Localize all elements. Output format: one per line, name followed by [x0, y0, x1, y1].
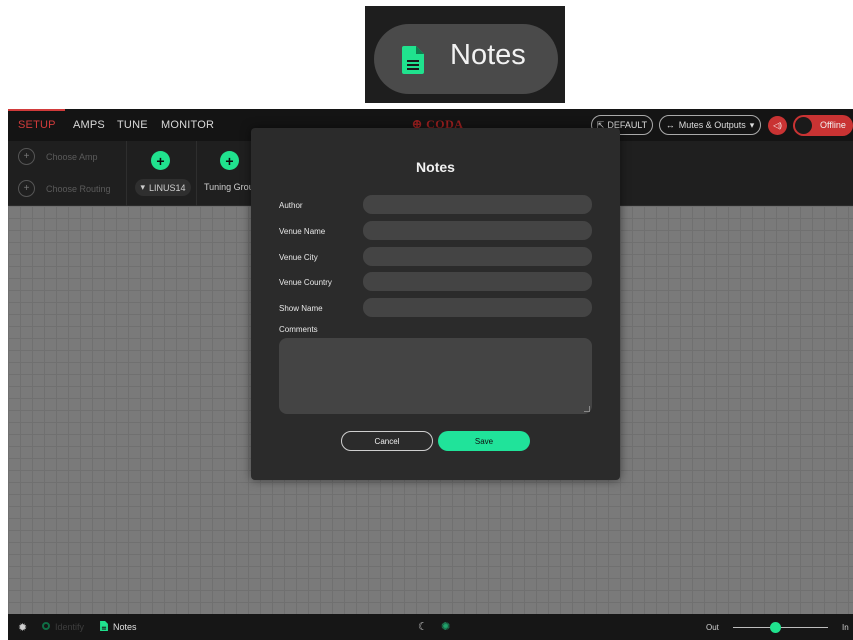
- show-name-label: Show Name: [279, 304, 323, 313]
- active-tab-indicator: [8, 109, 65, 111]
- bottom-status-bar: ✹ Identify Notes ☾ ✺ Out In: [8, 614, 853, 640]
- identify-icon: [42, 622, 50, 630]
- plus-icon: +: [225, 152, 234, 169]
- add-tuning-group-button[interactable]: +: [220, 151, 239, 170]
- notes-zoom-callout: Notes: [365, 6, 565, 103]
- show-name-field[interactable]: [363, 298, 592, 317]
- author-field[interactable]: [363, 195, 592, 214]
- dialog-title: Notes: [416, 159, 455, 175]
- in-label: In: [842, 623, 849, 632]
- speaker-icon: ◁): [773, 121, 782, 130]
- online-offline-toggle[interactable]: Offline: [793, 115, 853, 136]
- comments-textarea[interactable]: [279, 338, 592, 414]
- mutes-outputs-dropdown[interactable]: ↔ Mutes & Outputs ▾: [659, 115, 761, 135]
- venue-country-field[interactable]: [363, 272, 592, 291]
- tab-tune[interactable]: TUNE: [117, 119, 148, 131]
- divider: [126, 141, 127, 206]
- tuning-group-label: Tuning Grou: [204, 182, 254, 192]
- tab-setup[interactable]: SETUP: [18, 119, 56, 131]
- venue-name-label: Venue Name: [279, 227, 326, 236]
- author-label: Author: [279, 201, 303, 210]
- sun-icon[interactable]: ✺: [441, 620, 450, 633]
- cancel-button[interactable]: Cancel: [341, 431, 433, 451]
- comments-label: Comments: [279, 325, 318, 334]
- plus-icon: +: [23, 151, 30, 162]
- choose-amp-label[interactable]: Choose Amp: [46, 152, 98, 162]
- identify-button[interactable]: Identify: [55, 622, 84, 632]
- choose-routing-label[interactable]: Choose Routing: [46, 184, 111, 194]
- out-label: Out: [706, 623, 719, 632]
- document-icon: [100, 621, 108, 631]
- add-routing-button[interactable]: +: [18, 180, 35, 197]
- add-speaker-button[interactable]: +: [151, 151, 170, 170]
- moon-icon[interactable]: ☾: [418, 620, 428, 633]
- linus14-chip[interactable]: ▾ LINUS14: [135, 179, 191, 196]
- plus-icon: +: [156, 152, 165, 169]
- save-button[interactable]: Save: [438, 431, 530, 451]
- document-icon: [402, 46, 424, 74]
- divider: [196, 141, 197, 206]
- notes-button[interactable]: Notes: [113, 622, 137, 632]
- notes-pill: Notes: [374, 24, 558, 94]
- toggle-knob: [795, 117, 812, 134]
- venue-city-field[interactable]: [363, 247, 592, 266]
- speaker-mute-button[interactable]: ◁): [768, 116, 787, 135]
- offline-label: Offline: [820, 120, 846, 130]
- chevron-down-icon: ▾: [749, 119, 755, 130]
- venue-country-label: Venue Country: [279, 278, 332, 287]
- slider-thumb[interactable]: [770, 622, 782, 633]
- tab-monitor[interactable]: MONITOR: [161, 119, 214, 131]
- chevron-down-icon: ▾: [140, 182, 145, 192]
- tab-amps[interactable]: AMPS: [73, 119, 105, 131]
- gear-icon[interactable]: ✹: [18, 621, 27, 634]
- linus14-label: LINUS14: [149, 182, 186, 193]
- link-icon: ↔: [665, 120, 675, 130]
- notes-callout-label: Notes: [450, 39, 526, 71]
- add-amp-button[interactable]: +: [18, 148, 35, 165]
- plus-icon: +: [23, 183, 30, 194]
- mutes-label: Mutes & Outputs: [678, 120, 746, 130]
- venue-city-label: Venue City: [279, 253, 318, 262]
- venue-name-field[interactable]: [363, 221, 592, 240]
- notes-dialog: Notes Author Venue Name Venue City Venue…: [251, 128, 620, 480]
- resize-handle-icon[interactable]: [584, 406, 590, 412]
- app-window: SETUP AMPS TUNE MONITOR ⊕ CODA ⇱ DEFAULT…: [8, 109, 853, 640]
